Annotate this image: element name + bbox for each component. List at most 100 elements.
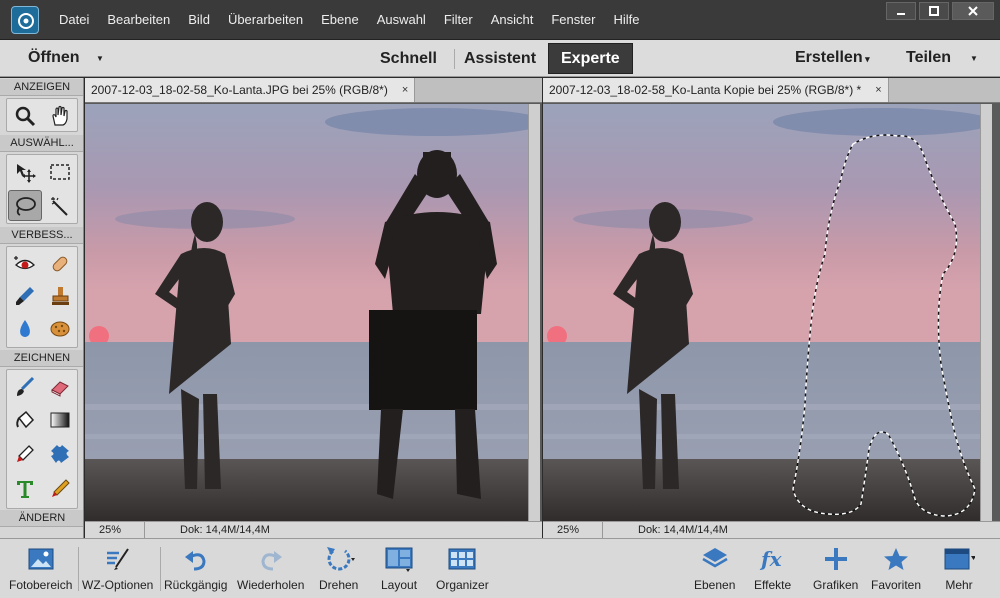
tool-panel: ANZEIGEN AUSWÄHL... VERBESS... ZEICHNEN [0,78,84,538]
mode-assistent[interactable]: Assistent [452,43,548,74]
hand-tool[interactable] [43,100,77,131]
favorites-label: Favoriten [871,578,922,592]
redo-icon [261,551,282,571]
section-zeichnen: ZEICHNEN [0,350,83,367]
undo-button[interactable]: Rückgängig [164,543,227,592]
menu-filter[interactable]: Filter [444,12,473,27]
paint-bucket-icon [16,410,35,428]
photo-bin-label: Fotobereich [9,578,73,592]
layout-button[interactable]: Layout [381,543,417,592]
menu-bar: Datei Bearbeiten Bild Überarbeiten Ebene… [50,12,648,27]
canvas-original[interactable] [85,104,528,523]
document-tab-title: 2007-12-03_18-02-58_Ko-Lanta.JPG bei 25%… [91,83,388,97]
bandage-icon [52,256,68,271]
hand-icon [52,105,68,126]
menu-fenster[interactable]: Fenster [551,12,595,27]
rect-marquee-tool[interactable] [43,156,77,187]
rotate-label: Drehen [319,578,359,592]
close-window-button[interactable] [952,2,994,20]
type-icon [17,480,33,498]
smart-brush-tool[interactable] [8,280,42,311]
blur-tool[interactable] [8,313,42,344]
menu-datei[interactable]: Datei [59,12,89,27]
menu-bearbeiten[interactable]: Bearbeiten [107,12,170,27]
doc-size: Dok: 14,4M/14,4M [180,524,270,536]
favorites-button[interactable]: Favoriten [871,543,921,592]
eyedropper-tool[interactable] [8,438,42,469]
canvas-copy[interactable] [543,104,980,523]
pencil-tool[interactable] [43,473,77,504]
layers-label: Ebenen [694,578,736,592]
tool-options-button[interactable]: WZ-Optionen [82,543,153,592]
create-menu[interactable]: Erstellen ▾ [795,49,870,67]
redo-button[interactable]: Wiederholen [237,543,304,592]
share-dropdown-icon[interactable]: ▼ [970,54,978,63]
window-controls [883,2,994,20]
menu-ansicht[interactable]: Ansicht [491,12,534,27]
plus-icon [824,548,847,570]
mode-experte[interactable]: Experte [548,43,633,74]
minimize-icon [897,13,905,15]
custom-shape-tool[interactable] [43,438,77,469]
menu-ebene[interactable]: Ebene [321,12,359,27]
document-tab-2[interactable]: 2007-12-03_18-02-58_Ko-Lanta Kopie bei 2… [543,78,889,102]
lasso-tool[interactable] [8,190,42,221]
brush-tool[interactable] [8,371,42,402]
menu-auswahl[interactable]: Auswahl [377,12,426,27]
vertical-scrollbar-2[interactable] [980,104,992,523]
magic-wand-icon [51,196,68,216]
menu-hilfe[interactable]: Hilfe [613,12,639,27]
open-button[interactable]: Öffnen [28,49,80,67]
document-tab-title: 2007-12-03_18-02-58_Ko-Lanta Kopie bei 2… [549,83,862,97]
zoom-tool[interactable] [8,100,42,131]
gradient-tool[interactable] [43,404,77,435]
more-button[interactable]: Mehr [943,543,975,592]
layout-icon [385,547,413,572]
mode-schnell[interactable]: Schnell [368,43,449,74]
open-dropdown-icon[interactable]: ▼ [96,54,104,63]
organizer-label: Organizer [436,578,489,592]
organizer-button[interactable]: Organizer [436,543,489,592]
maximize-button[interactable] [919,2,949,20]
status-bar-1: 25% Dok: 14,4M/14,4M [85,521,542,538]
tab-close-icon[interactable]: × [402,84,408,96]
rect-marquee-icon [50,163,70,180]
text-tool[interactable] [8,473,42,504]
pencil-icon [52,478,70,497]
menu-ueberarbeiten[interactable]: Überarbeiten [228,12,303,27]
spot-healing-tool[interactable] [43,248,77,279]
star-icon [884,548,909,570]
clone-stamp-tool[interactable] [43,280,77,311]
document-tab-1[interactable]: 2007-12-03_18-02-58_Ko-Lanta.JPG bei 25%… [85,78,416,102]
paint-bucket-tool[interactable] [8,404,42,435]
custom-shape-icon [51,444,69,463]
organizer-icon [448,548,476,570]
effects-button[interactable]: fx Effekte [754,543,791,592]
create-caret-icon: ▾ [862,54,870,64]
move-tool[interactable] [8,156,42,187]
create-label: Erstellen [795,49,863,66]
vertical-scrollbar-1[interactable] [528,104,540,523]
graphics-button[interactable]: Grafiken [813,543,858,592]
zoom-level[interactable]: 25% [543,522,603,538]
smart-brush-icon [16,286,34,305]
more-label: Mehr [945,578,973,592]
tab-close-icon[interactable]: × [875,84,881,96]
eraser-tool[interactable] [43,371,77,402]
layers-button[interactable]: Ebenen [694,543,735,592]
photo-bin-button[interactable]: Fotobereich [9,543,72,592]
section-aendern: ÄNDERN [0,510,83,527]
brush-icon [17,376,35,396]
share-menu[interactable]: Teilen [906,49,951,67]
status-bar-2: 25% Dok: 14,4M/14,4M [543,521,1000,538]
menu-bild[interactable]: Bild [188,12,210,27]
sponge-tool[interactable] [43,313,77,344]
red-eye-tool[interactable] [8,248,42,279]
magic-wand-tool[interactable] [43,190,77,221]
zoom-level[interactable]: 25% [85,522,145,538]
minimize-button[interactable] [886,2,916,20]
fx-icon: fx [759,547,783,571]
document-window-1: 2007-12-03_18-02-58_Ko-Lanta.JPG bei 25%… [85,78,542,538]
rotate-button[interactable]: Drehen [319,543,358,592]
magnifier-icon [15,106,36,126]
